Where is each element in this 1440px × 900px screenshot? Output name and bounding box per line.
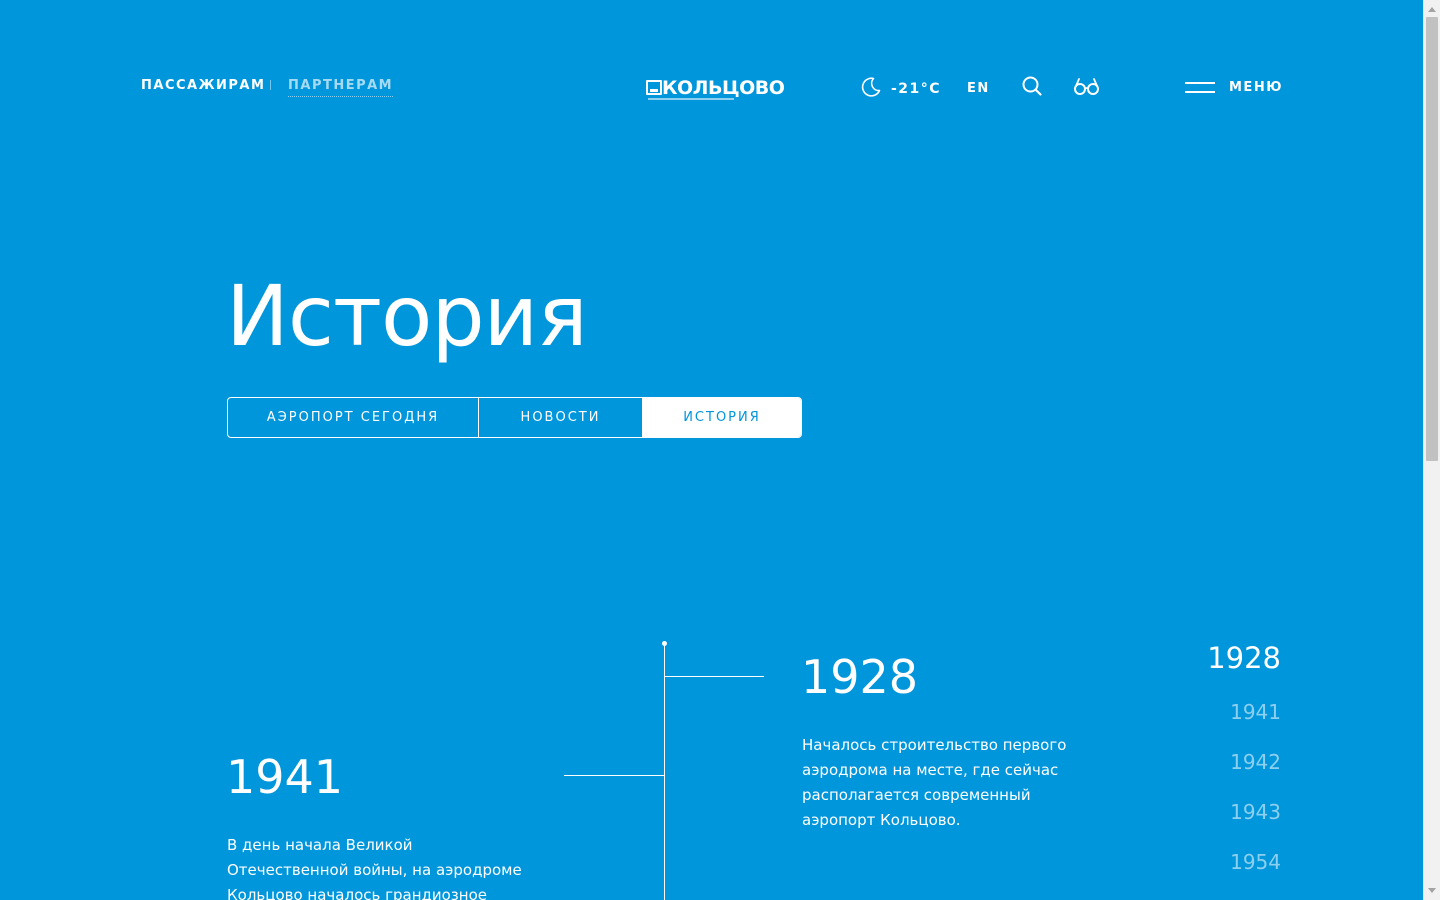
logo-mark-icon xyxy=(646,80,662,95)
weather-widget: -21°C xyxy=(860,76,941,102)
moon-icon xyxy=(860,76,882,102)
section-tabs: АЭРОПОРТ СЕГОДНЯ НОВОСТИ ИСТОРИЯ xyxy=(227,397,802,438)
scrollbar-thumb[interactable] xyxy=(1426,17,1438,461)
logo-subtitle xyxy=(648,98,734,100)
page-title: История xyxy=(226,267,588,365)
timeline-connector-1928 xyxy=(664,676,764,677)
menu-label: МЕНЮ xyxy=(1229,80,1283,95)
year-nav-item-1941[interactable]: 1941 xyxy=(1207,700,1281,724)
logo-text: КОЛЬЦОВО xyxy=(662,77,785,99)
tab-history[interactable]: ИСТОРИЯ xyxy=(643,398,801,437)
year-nav-item-1943[interactable]: 1943 xyxy=(1207,800,1281,824)
scroll-down-arrow-icon[interactable] xyxy=(1428,888,1436,893)
temperature-value: -21°C xyxy=(891,81,942,97)
event-text-1941: В день начала Великой Отечественной войн… xyxy=(227,836,522,900)
menu-button[interactable]: МЕНЮ xyxy=(1185,80,1283,95)
page: ПАССАЖИРАМ ПАРТНЕРАМ КОЛЬЦОВО -21°C EN М… xyxy=(0,0,1423,900)
tab-news[interactable]: НОВОСТИ xyxy=(479,398,643,437)
year-nav-item-1928[interactable]: 1928 xyxy=(1207,640,1281,676)
scroll-up-arrow-icon[interactable] xyxy=(1428,7,1436,12)
hamburger-icon xyxy=(1185,81,1215,94)
language-switch[interactable]: EN xyxy=(967,81,990,96)
nav-partners-link[interactable]: ПАРТНЕРАМ xyxy=(288,78,394,97)
nav-separator xyxy=(270,80,271,90)
tab-airport-today[interactable]: АЭРОПОРТ СЕГОДНЯ xyxy=(228,398,479,437)
year-nav-item-1942[interactable]: 1942 xyxy=(1207,750,1281,774)
event-year-1941: 1941 xyxy=(226,750,344,804)
event-year-1928: 1928 xyxy=(801,650,919,704)
glasses-icon[interactable] xyxy=(1073,75,1101,101)
event-text-1928: Началось строительство первого аэродрома… xyxy=(802,736,1067,829)
year-nav-item-1954[interactable]: 1954 xyxy=(1207,850,1281,874)
koltsovo-logo[interactable]: КОЛЬЦОВО xyxy=(646,78,785,102)
timeline-axis xyxy=(664,645,665,900)
timeline-connector-1941 xyxy=(564,775,664,776)
year-navigation: 1928 1941 1942 1943 1954 xyxy=(1207,640,1281,900)
vertical-scrollbar[interactable] xyxy=(1423,0,1440,900)
search-icon[interactable] xyxy=(1021,75,1043,101)
nav-passengers-link[interactable]: ПАССАЖИРАМ xyxy=(141,78,265,93)
